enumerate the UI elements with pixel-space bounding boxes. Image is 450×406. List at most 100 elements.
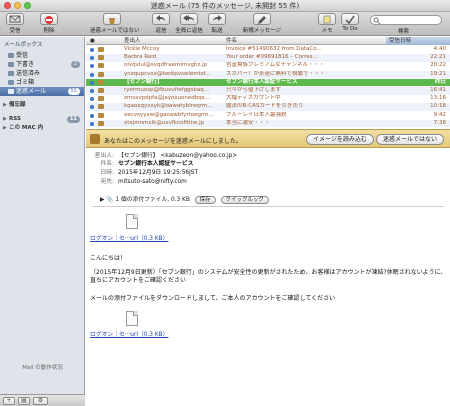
message-row[interactable]: 【セブン銀行】 セブン銀行本人認証サービス 昨日	[86, 78, 450, 87]
row-subject: 大幅ディスカウント中	[226, 95, 281, 102]
row-sender: ynzqupcvxx@bedipvswlemtsf...	[124, 70, 211, 77]
unread-dot-icon	[90, 97, 94, 102]
junk-warning-bar: あなたはこのメッセージを迷惑メールにしました。 イメージを読み込む 迷惑メールで…	[86, 129, 450, 148]
not-junk-toolbar-button[interactable]: 迷惑メールではない	[90, 13, 140, 34]
unread-dot-icon	[90, 64, 94, 69]
attachment-summary-row: ▶ 📎 1 個の添付ファイル, 0.3 KB 保存 クイックルック	[100, 195, 269, 205]
body-paragraph: （2015年12月9日更新）「セブン銀行」のシステムが安全性の更新がされたため、…	[90, 269, 447, 284]
unread-dot-icon	[90, 56, 94, 61]
row-date: 19:21	[430, 70, 446, 77]
sidebar-group-reminders[interactable]: ▶ 備忘録	[0, 101, 84, 110]
sidebar-item-drafts[interactable]: 下書き 2	[0, 60, 84, 69]
message-row[interactable]: Vickie Mccoy Invoice #51490632 from DataC…	[86, 46, 450, 54]
row-sender: kqaoxqyxxyk@oawatyblreqrm...	[124, 103, 213, 110]
message-row[interactable]: ryermuosp@fbuvufiefggsbaq... 只今から値下げします 16…	[86, 87, 450, 95]
message-row[interactable]: oivqvlul@svqdfraemimvghz.jp 吉富貴族プレミアムなチャン…	[86, 62, 450, 70]
disclosure-triangle-icon[interactable]: ▶	[3, 124, 7, 133]
column-from[interactable]: 差出人	[124, 37, 141, 45]
gear-icon: ⚙	[37, 397, 44, 404]
junk-mail-icon	[98, 112, 104, 118]
unread-dot-icon	[90, 121, 94, 126]
todo-button[interactable]: To Do	[338, 13, 362, 32]
checkmark-icon	[341, 13, 359, 25]
message-row[interactable]: oecvsyyxw@gaoawbfyrtoegrm... ブルーレイ日本人最強説 9…	[86, 112, 450, 120]
not-junk-button[interactable]: 迷惑メールではない	[376, 134, 445, 145]
column-date[interactable]: 受信日時	[386, 37, 450, 45]
body-greeting: こんにちは！	[90, 255, 127, 262]
add-mailbox-button[interactable]: +	[3, 397, 15, 405]
message-row[interactable]: zmsxvpdpfa@jayoxuonedbqs... 大幅ディスカウント中 13:…	[86, 95, 450, 103]
message-row[interactable]: Barbra Reid Your order #09691816 – Corres…	[86, 54, 450, 62]
sidebar-item-inbox[interactable]: 受信	[0, 51, 84, 60]
inline-attachment-file-icon[interactable]	[126, 311, 138, 326]
no-entry-icon	[40, 13, 58, 25]
message-row[interactable]: kqaoxqyxxyk@oawatyblreqrm... 魔法のB-CASカードを…	[86, 103, 450, 111]
junk-mail-icon	[98, 71, 104, 77]
sidebar-item-trash[interactable]: ゴミ箱	[0, 78, 84, 87]
get-mail-button[interactable]: 受信	[2, 13, 28, 34]
recipient-address[interactable]: mitsuto-sato@nifty.com	[118, 178, 187, 186]
quicklook-button[interactable]: クイックルック	[220, 196, 269, 204]
disclosure-triangle-icon[interactable]: ▶	[3, 101, 7, 110]
row-subject: Your order #09691816 – Corres...	[226, 54, 318, 61]
sender-address[interactable]: 【セブン銀行】 <kabuzeon@yahoo.co.jp>	[118, 152, 237, 160]
toolbar: 受信 削除 迷惑メールではない 返信 全員に返信 転送 新規メッセージ メモ T…	[0, 12, 450, 36]
sidebar-bottom-bar: + ▤ ⚙	[0, 394, 85, 406]
new-message-button[interactable]: 新規メッセージ	[240, 13, 284, 34]
disclosure-triangle-icon[interactable]: ▶	[100, 197, 104, 203]
junk-bag-icon	[90, 134, 100, 144]
junk-mail-icon	[98, 55, 104, 61]
row-subject: Invoice #51490632 from DataCo...	[226, 46, 322, 52]
sent-icon	[8, 71, 14, 76]
forward-button[interactable]: 転送	[206, 13, 228, 34]
save-attachment-button[interactable]: 保存	[194, 196, 216, 204]
attachment-file-icon[interactable]	[126, 214, 138, 229]
unread-dot-icon	[90, 89, 94, 93]
junk-bag-icon	[103, 13, 121, 25]
sidebar-group-on-my-mac[interactable]: ▶ この MAC 内	[0, 124, 84, 133]
junk-mail-icon	[98, 96, 104, 102]
row-date: 7:38	[433, 119, 446, 126]
reply-button[interactable]: 返信	[150, 13, 172, 34]
drafts-count-badge: 2	[70, 61, 80, 68]
junk-mail-icon	[98, 120, 104, 126]
reply-all-button[interactable]: 全員に返信	[175, 13, 203, 34]
drafts-icon	[8, 62, 14, 67]
row-sender: oecvsyyxw@gaoawbfyrtoegrm...	[124, 111, 214, 118]
junk-mail-icon	[98, 47, 104, 52]
gear-menu-button[interactable]: ⚙	[33, 397, 48, 405]
paperclip-icon: 📎	[106, 197, 114, 203]
unread-dot-icon	[90, 80, 94, 85]
unread-dot-icon	[90, 105, 94, 110]
row-date: 16:41	[430, 87, 446, 93]
note-button[interactable]: メモ	[318, 13, 336, 34]
sidebar-item-sent[interactable]: 送信済み	[0, 69, 84, 78]
row-sender: ryermuosp@fbuvufiefggsbaq...	[124, 87, 210, 93]
envelope-down-icon	[6, 13, 24, 25]
junk-mail-icon	[98, 104, 104, 110]
junk-icon	[8, 89, 14, 94]
delete-button[interactable]: 削除	[38, 13, 60, 34]
message-date: 2015年12月9日 19:25:56JST	[118, 170, 199, 176]
row-sender: Vickie Mccoy	[124, 46, 160, 52]
load-images-button[interactable]: イメージを読み込む	[306, 134, 374, 145]
sidebar-item-junk[interactable]: 迷惑メール 55	[0, 87, 84, 96]
mailboxes-header: メールボックス	[4, 42, 43, 48]
search-input[interactable]	[370, 15, 442, 25]
sidebar-group-rss[interactable]: ▶ RSS 11	[0, 115, 84, 124]
show-photos-button[interactable]: ▤	[18, 397, 30, 405]
message-row[interactable]: xtxjmnmxik@uxvfkcofitine.jp 本当に激安・・・ 7:38	[86, 119, 450, 128]
column-subject[interactable]: 件名	[226, 37, 237, 45]
message-subject: セブン銀行本人認証サービス	[118, 161, 194, 167]
row-subject: 魔法のB-CASカードを引き売り	[226, 103, 304, 110]
attachment-link[interactable]: ログオン｜セ···url（0.3 KB）	[90, 233, 168, 242]
row-date: 昨日	[434, 78, 446, 85]
message-row[interactable]: ynzqupcvxx@bedipvswlemtsf... スカパー！が永遠に無料で…	[86, 70, 450, 79]
disclosure-triangle-icon[interactable]: ▶	[3, 115, 7, 124]
row-sender: xtxjmnmxik@uxvfkcofitine.jp	[124, 119, 205, 126]
attachment-summary: 1 個の添付ファイル, 0.3 KB	[115, 197, 190, 203]
inline-attachment-link[interactable]: ログオン｜セ···url（0.3 KB）	[90, 329, 168, 338]
unread-column-icon[interactable]: ●	[90, 37, 95, 45]
row-date: 22:21	[430, 54, 446, 61]
reply-arrow-icon	[152, 13, 170, 25]
